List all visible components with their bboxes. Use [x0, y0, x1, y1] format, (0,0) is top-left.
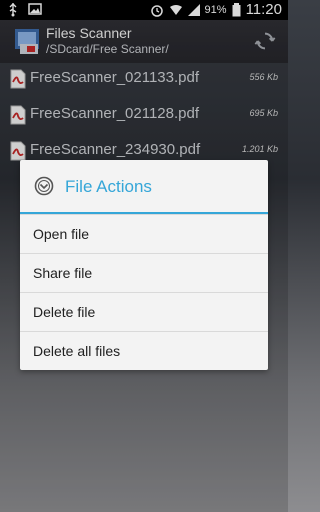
- chevron-down-circle-icon: [34, 176, 54, 196]
- dialog-title: File Actions: [65, 177, 152, 196]
- open-file-option[interactable]: Open file: [20, 214, 268, 253]
- delete-file-option[interactable]: Delete file: [20, 292, 268, 331]
- delete-all-files-option[interactable]: Delete all files: [20, 331, 268, 370]
- dialog-header: File Actions: [20, 160, 268, 214]
- share-file-option[interactable]: Share file: [20, 253, 268, 292]
- file-actions-dialog: File Actions Open file Share file Delete…: [20, 160, 268, 370]
